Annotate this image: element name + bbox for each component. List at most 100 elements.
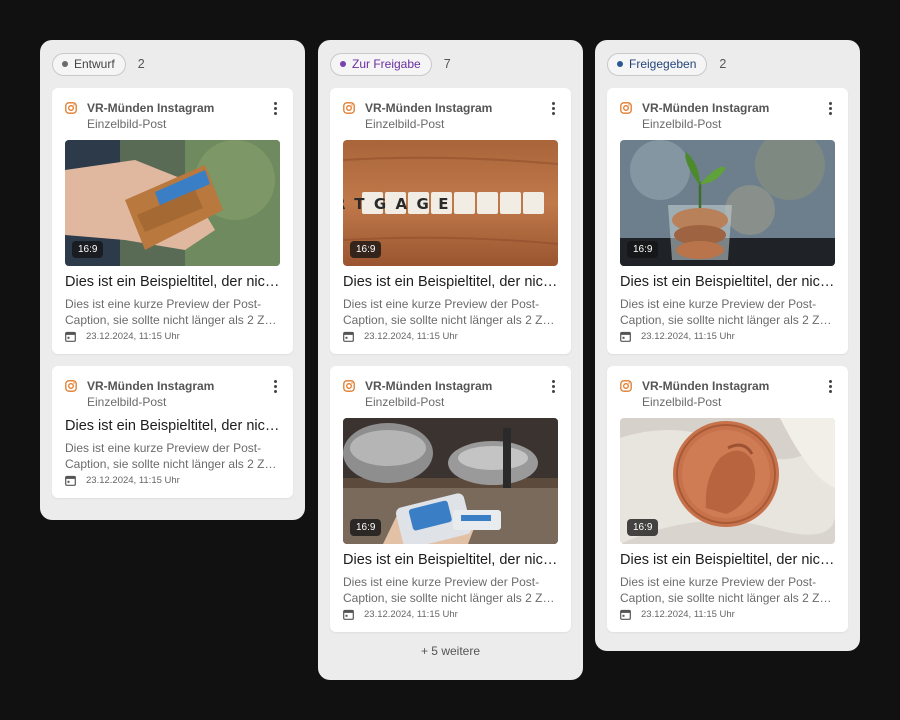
status-dot bbox=[340, 61, 346, 67]
column-header: Zur Freigabe 7 bbox=[330, 52, 571, 76]
post-title: Dies ist ein Beispieltitel, der nicht lä… bbox=[65, 418, 281, 434]
post-type: Einzelbild-Post bbox=[365, 395, 445, 409]
post-date: 23.12.2024, 11:15 Uhr bbox=[343, 609, 559, 620]
caption-line-2: Caption, sie sollte nicht länger als 2 Z… bbox=[343, 591, 559, 605]
calendar-icon bbox=[343, 331, 354, 342]
post-caption: Dies ist eine kurze Preview der Post- Ca… bbox=[65, 440, 281, 472]
instagram-icon bbox=[65, 380, 77, 392]
mortgage-tiles-text: MORTGAGE bbox=[343, 195, 458, 213]
post-type: Einzelbild-Post bbox=[87, 117, 167, 131]
date-label: 23.12.2024, 11:15 Uhr bbox=[364, 331, 458, 342]
calendar-icon bbox=[65, 331, 76, 342]
post-title: Dies ist ein Beispieltitel, der nicht lä… bbox=[620, 552, 836, 568]
date-label: 23.12.2024, 11:15 Uhr bbox=[641, 331, 735, 342]
aspect-ratio-badge: 16:9 bbox=[350, 519, 382, 536]
post-card[interactable]: VR-Münden Instagram Einzelbild-Post bbox=[330, 366, 571, 632]
account-name: VR-Münden Instagram bbox=[87, 379, 215, 393]
post-date: 23.12.2024, 11:15 Uhr bbox=[65, 331, 281, 342]
caption-line-1: Dies ist eine kurze Preview der Post- bbox=[343, 297, 540, 311]
post-title: Dies ist ein Beispieltitel, der nicht lä… bbox=[343, 552, 559, 568]
caption-line-2: Caption, sie sollte nicht länger als 2 Z… bbox=[65, 313, 281, 327]
caption-line-2: Caption, sie sollte nicht länger als 2 Z… bbox=[620, 591, 836, 605]
calendar-icon bbox=[343, 609, 354, 620]
post-title: Dies ist ein Beispieltitel, der nicht lä… bbox=[65, 274, 281, 290]
post-caption: Dies ist eine kurze Preview der Post- Ca… bbox=[343, 574, 559, 606]
date-label: 23.12.2024, 11:15 Uhr bbox=[364, 609, 458, 620]
instagram-icon bbox=[620, 380, 632, 392]
account-name: VR-Münden Instagram bbox=[365, 101, 493, 115]
caption-line-1: Dies ist eine kurze Preview der Post- bbox=[65, 297, 262, 311]
aspect-ratio-badge: 16:9 bbox=[627, 241, 659, 258]
caption-line-2: Caption, sie sollte nicht länger als 2 Z… bbox=[620, 313, 836, 327]
column-count: 7 bbox=[443, 57, 451, 71]
post-card[interactable]: VR-Münden Instagram Einzelbild-Post Dies… bbox=[52, 366, 293, 498]
account-name: VR-Münden Instagram bbox=[87, 101, 215, 115]
post-caption: Dies ist eine kurze Preview der Post- Ca… bbox=[65, 296, 281, 328]
calendar-icon bbox=[620, 609, 631, 620]
status-pill-entwurf[interactable]: Entwurf bbox=[52, 52, 126, 76]
post-card[interactable]: VR-Münden Instagram Einzelbild-Post bbox=[330, 88, 571, 354]
post-type: Einzelbild-Post bbox=[642, 117, 722, 131]
post-caption: Dies ist eine kurze Preview der Post- Ca… bbox=[620, 574, 836, 606]
instagram-icon bbox=[620, 102, 632, 114]
caption-line-2: Caption, sie sollte nicht länger als 2 Z… bbox=[65, 457, 281, 471]
more-options-icon[interactable] bbox=[824, 100, 836, 116]
post-type: Einzelbild-Post bbox=[87, 395, 167, 409]
more-options-icon[interactable] bbox=[547, 378, 559, 394]
date-label: 23.12.2024, 11:15 Uhr bbox=[641, 609, 735, 620]
post-image: MORTGAGE 16:9 bbox=[343, 140, 558, 266]
caption-line-1: Dies ist eine kurze Preview der Post- bbox=[65, 441, 262, 455]
status-pill-zur-freigabe[interactable]: Zur Freigabe bbox=[330, 52, 432, 76]
post-type: Einzelbild-Post bbox=[365, 117, 445, 131]
post-title: Dies ist ein Beispieltitel, der nicht lä… bbox=[343, 274, 559, 290]
column-count: 2 bbox=[137, 57, 145, 71]
column-count: 2 bbox=[719, 57, 727, 71]
post-date: 23.12.2024, 11:15 Uhr bbox=[343, 331, 559, 342]
post-date: 23.12.2024, 11:15 Uhr bbox=[620, 331, 836, 342]
column-freigegeben: Freigegeben 2 VR-Münden Instagram Einzel… bbox=[595, 40, 860, 651]
post-caption: Dies ist eine kurze Preview der Post- Ca… bbox=[343, 296, 559, 328]
post-card[interactable]: VR-Münden Instagram Einzelbild-Post 16:9 bbox=[607, 88, 848, 354]
aspect-ratio-badge: 16:9 bbox=[350, 241, 382, 258]
status-label: Zur Freigabe bbox=[352, 57, 421, 71]
post-caption: Dies ist eine kurze Preview der Post- Ca… bbox=[620, 296, 836, 328]
more-options-icon[interactable] bbox=[547, 100, 559, 116]
aspect-ratio-badge: 16:9 bbox=[72, 241, 104, 258]
status-dot bbox=[617, 61, 623, 67]
caption-line-1: Dies ist eine kurze Preview der Post- bbox=[343, 575, 540, 589]
post-image: 16:9 bbox=[620, 418, 835, 544]
post-title: Dies ist ein Beispieltitel, der nicht lä… bbox=[620, 274, 836, 290]
post-type: Einzelbild-Post bbox=[642, 395, 722, 409]
post-card[interactable]: VR-Münden Instagram Einzelbild-Post 16:9… bbox=[52, 88, 293, 354]
more-options-icon[interactable] bbox=[269, 100, 281, 116]
status-dot bbox=[62, 61, 68, 67]
account-name: VR-Münden Instagram bbox=[642, 379, 770, 393]
calendar-icon bbox=[65, 475, 76, 486]
more-options-icon[interactable] bbox=[824, 378, 836, 394]
instagram-icon bbox=[343, 102, 355, 114]
more-options-icon[interactable] bbox=[269, 378, 281, 394]
caption-line-2: Caption, sie sollte nicht länger als 2 Z… bbox=[343, 313, 559, 327]
account-name: VR-Münden Instagram bbox=[365, 379, 493, 393]
post-date: 23.12.2024, 11:15 Uhr bbox=[620, 609, 836, 620]
account-name: VR-Münden Instagram bbox=[642, 101, 770, 115]
post-image: 16:9 bbox=[65, 140, 280, 266]
instagram-icon bbox=[65, 102, 77, 114]
date-label: 23.12.2024, 11:15 Uhr bbox=[86, 331, 180, 342]
aspect-ratio-badge: 16:9 bbox=[627, 519, 659, 536]
post-card[interactable]: VR-Münden Instagram Einzelbild-Post 16:9… bbox=[607, 366, 848, 632]
status-label: Entwurf bbox=[74, 57, 115, 71]
column-header: Freigegeben 2 bbox=[607, 52, 848, 76]
instagram-icon bbox=[343, 380, 355, 392]
post-image: 16:9 bbox=[343, 418, 558, 544]
date-label: 23.12.2024, 11:15 Uhr bbox=[86, 475, 180, 486]
caption-line-1: Dies ist eine kurze Preview der Post- bbox=[620, 575, 817, 589]
column-entwurf: Entwurf 2 VR-Münden Instagram Einzelbild… bbox=[40, 40, 305, 520]
status-pill-freigegeben[interactable]: Freigegeben bbox=[607, 52, 708, 76]
column-zur-freigabe: Zur Freigabe 7 VR-Münden Instagram Einze… bbox=[318, 40, 583, 680]
show-more-link[interactable]: + 5 weitere bbox=[330, 644, 571, 658]
caption-line-1: Dies ist eine kurze Preview der Post- bbox=[620, 297, 817, 311]
column-header: Entwurf 2 bbox=[52, 52, 293, 76]
post-date: 23.12.2024, 11:15 Uhr bbox=[65, 475, 281, 486]
status-label: Freigegeben bbox=[629, 57, 697, 71]
